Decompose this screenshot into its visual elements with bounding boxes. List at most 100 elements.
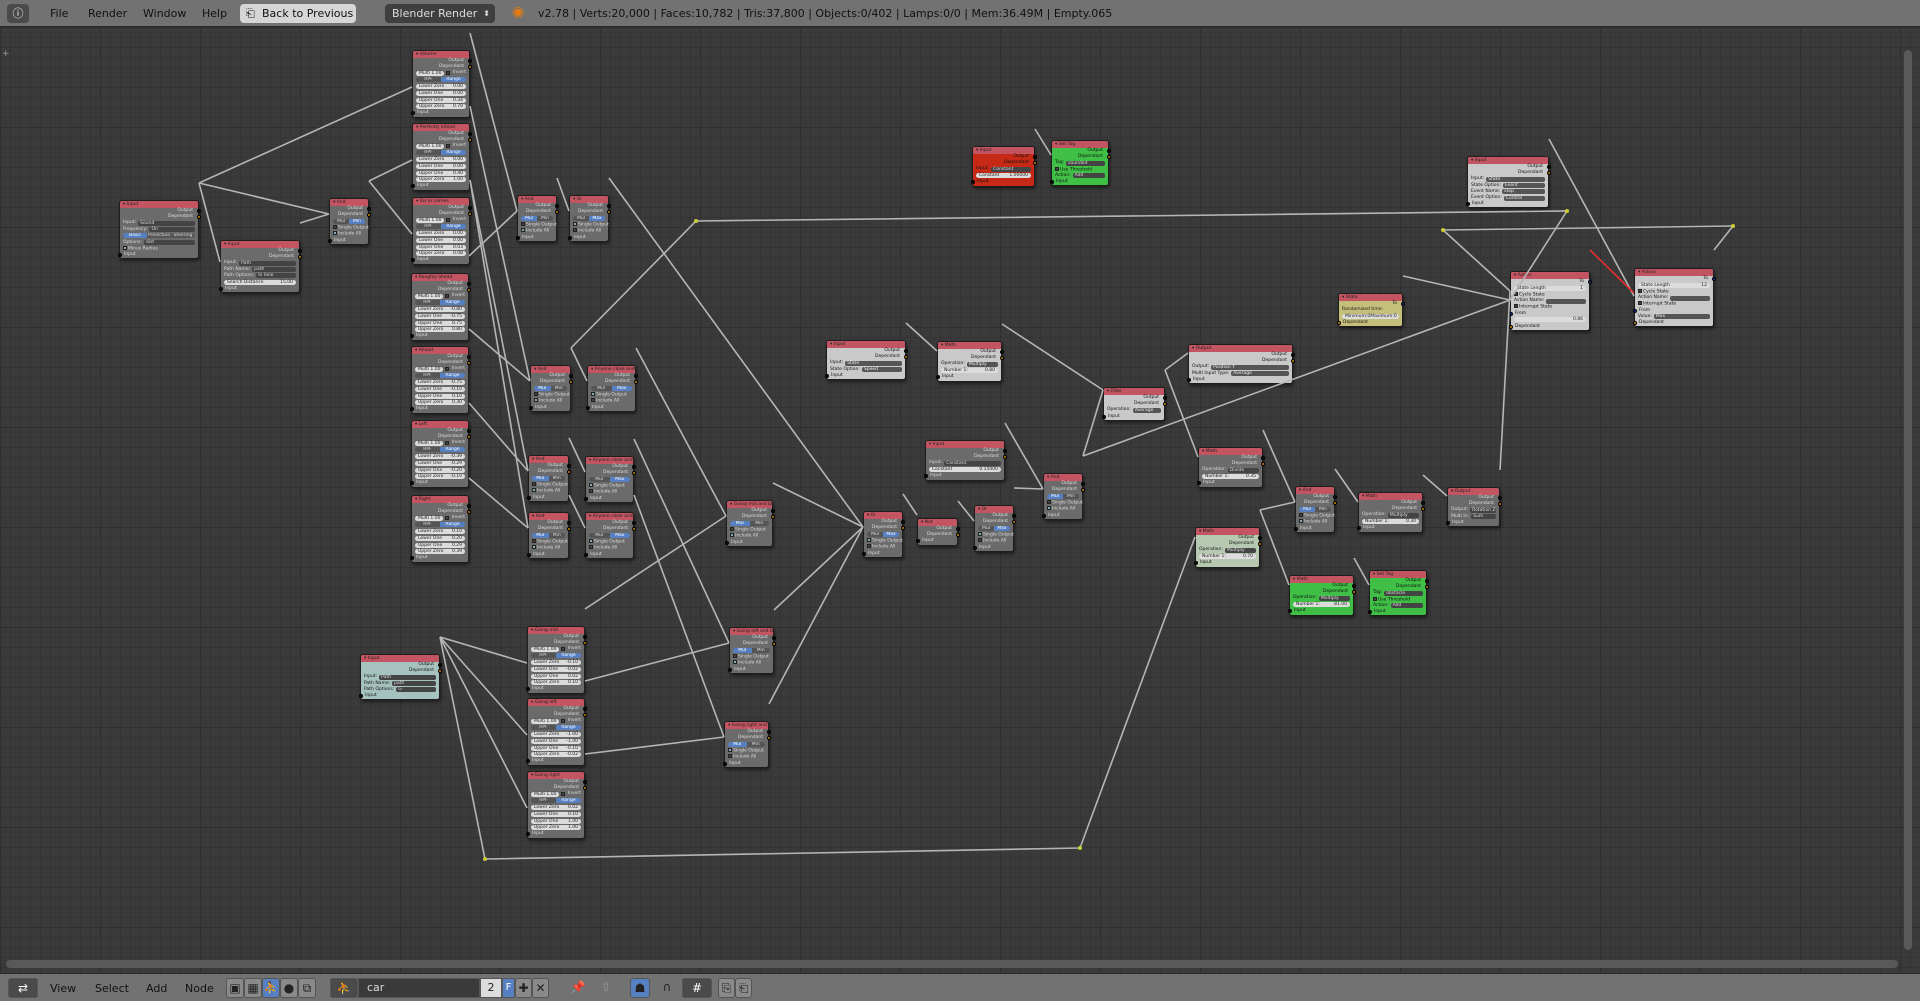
number-slider[interactable]: Upper Zero 0.08 (416, 251, 466, 257)
output-socket[interactable] (1257, 536, 1262, 540)
number-slider[interactable]: Lower One 0.00 (416, 90, 466, 96)
node-header[interactable]: ▾ Or (864, 512, 902, 519)
node-header[interactable]: ▾ And (1296, 487, 1334, 494)
checkbox[interactable] (733, 660, 737, 665)
number-slider[interactable]: Upper One 0.10 (415, 393, 465, 399)
toggle-option[interactable]: RPF (416, 77, 441, 82)
input-socket[interactable] (409, 556, 414, 561)
node-header[interactable]: ▾ Or (570, 196, 608, 203)
output-socket[interactable] (1497, 496, 1502, 500)
output-socket[interactable] (1080, 488, 1085, 493)
checkbox[interactable] (532, 545, 536, 550)
node-going-mid-and-blocked[interactable]: ▾ Going mid and blockedOutputDependantMu… (724, 500, 775, 547)
number-slider[interactable]: Upper Zero 0.30 (415, 400, 465, 406)
input-socket[interactable] (526, 495, 531, 500)
number-slider[interactable]: Number 1: 81.00 (1293, 602, 1350, 608)
node-header[interactable]: ▾ Input (827, 341, 905, 348)
node-going-left[interactable]: ▾ Going left Output Dependant Multi 1.00 Inv… (525, 698, 587, 766)
node-header[interactable]: ▾ Set Tag (1052, 141, 1108, 148)
output-socket[interactable] (466, 435, 471, 440)
number-slider[interactable]: Upper One 0.75 (415, 320, 465, 326)
node-header[interactable]: ▾ State (1339, 294, 1402, 301)
toggle-option[interactable]: Min (747, 742, 766, 747)
dropdown-field[interactable]: Position Y (1211, 364, 1289, 370)
node-and[interactable]: ▾ And Output Dependant Mul Min Single Output I… (515, 195, 559, 242)
number-slider[interactable]: Number 1: 0.35 (1202, 474, 1259, 480)
output-socket[interactable] (566, 470, 571, 475)
node-header[interactable]: ▾ And (330, 199, 368, 206)
toggle-option[interactable]: RPF (415, 300, 440, 305)
output-socket[interactable] (903, 349, 908, 353)
number-slider[interactable]: Lower Zero 0.00 (416, 230, 466, 236)
output-socket[interactable] (1332, 495, 1337, 499)
toggle-option[interactable]: Basic (123, 233, 147, 239)
number-slider[interactable]: Number 1: 0.30 (1362, 519, 1419, 525)
number-slider[interactable]: Upper One 0.03 (416, 244, 466, 250)
output-socket[interactable] (999, 356, 1004, 361)
checkbox[interactable] (521, 222, 525, 227)
node-header[interactable]: ▾ Volume (413, 51, 469, 58)
output-socket[interactable] (1011, 520, 1016, 525)
node-header[interactable]: ▾ And (529, 456, 568, 463)
output-socket[interactable] (196, 215, 201, 220)
node-math[interactable]: ▾ Math Output Dependant Operation: Multiply N… (1287, 575, 1356, 616)
toggle-option[interactable]: RPF (416, 150, 441, 155)
checkbox[interactable] (534, 398, 538, 403)
checkbox[interactable] (573, 228, 577, 233)
output-socket[interactable] (606, 210, 611, 215)
number-slider[interactable]: Lower One -0.10 (415, 386, 465, 392)
node-header[interactable]: ▾ Roughly ahead (412, 274, 468, 281)
checkbox[interactable] (333, 225, 337, 230)
toggle-option[interactable]: Min (1063, 494, 1079, 499)
multi-field[interactable]: Multi 1.00 (415, 441, 444, 447)
toggle-option[interactable]: RPF (531, 653, 556, 658)
output-socket[interactable] (466, 282, 471, 286)
checkbox[interactable] (1055, 166, 1059, 171)
number-slider[interactable]: Upper One 0.34 (416, 97, 466, 103)
toggle-option[interactable]: Range (440, 373, 465, 379)
checkbox[interactable] (1514, 291, 1518, 296)
toggle-option[interactable]: Max (609, 532, 630, 538)
node-roughly-ahead[interactable]: ▾ Roughly ahead Output Dependant Multi 1.00… (409, 273, 471, 341)
input-socket[interactable] (409, 481, 414, 486)
toggle-option[interactable]: Mul (573, 216, 589, 221)
checkbox[interactable] (534, 392, 538, 397)
multi-field[interactable]: Multi 1.00 (415, 516, 444, 522)
checkbox[interactable] (532, 539, 536, 544)
input-socket[interactable] (1041, 513, 1046, 518)
checkbox[interactable] (123, 245, 127, 250)
node-or[interactable]: ▾ Or Output Dependant Mul Max Single Output In… (861, 511, 905, 558)
toggle-option[interactable]: Range (441, 77, 466, 83)
dropdown-field[interactable]: Add (1390, 603, 1423, 609)
menu-file[interactable]: File (50, 7, 68, 20)
node-header[interactable]: ▾ Going right and block (725, 722, 768, 729)
users-count[interactable]: 2 (480, 978, 502, 998)
number-slider[interactable]: Upper One -0.20 (415, 467, 465, 473)
node-header[interactable]: ▾ Or (975, 506, 1013, 513)
output-socket[interactable] (582, 786, 587, 791)
output-socket[interactable] (1162, 396, 1167, 400)
node-header[interactable]: ▾ And (1044, 474, 1082, 481)
number-slider[interactable]: Lower Zero 0.00 (416, 156, 466, 162)
dropdown-field[interactable]: Average (1132, 407, 1161, 413)
node-header[interactable]: ▾ And (518, 196, 556, 203)
toggle-option[interactable]: Max (611, 385, 632, 391)
node-and[interactable]: ▾ And Output Dependant Mul Min Single Output I… (1293, 486, 1337, 533)
checkbox[interactable] (978, 532, 982, 537)
output-socket[interactable] (1546, 165, 1551, 169)
toggle-option[interactable]: Mul (589, 533, 610, 538)
checkbox[interactable] (730, 527, 734, 532)
input-socket[interactable] (410, 258, 415, 263)
dropdown-field[interactable]: Speed (861, 367, 902, 373)
checkbox[interactable] (532, 488, 536, 493)
toggle-option[interactable]: Mul (534, 385, 551, 391)
node-header[interactable]: ▾ Output (1448, 488, 1499, 495)
node-header[interactable]: ▾ Input (120, 201, 198, 208)
number-slider[interactable]: Lower Zero 0.02 (531, 804, 581, 810)
output-socket[interactable] (900, 520, 905, 524)
checkbox[interactable] (589, 539, 593, 544)
toggle-option[interactable]: Mul (589, 477, 610, 482)
number-slider[interactable]: 0.86 (1514, 317, 1586, 323)
paste-icon[interactable]: ⎗ (735, 978, 752, 998)
toggle-option[interactable]: Mul (532, 532, 549, 538)
